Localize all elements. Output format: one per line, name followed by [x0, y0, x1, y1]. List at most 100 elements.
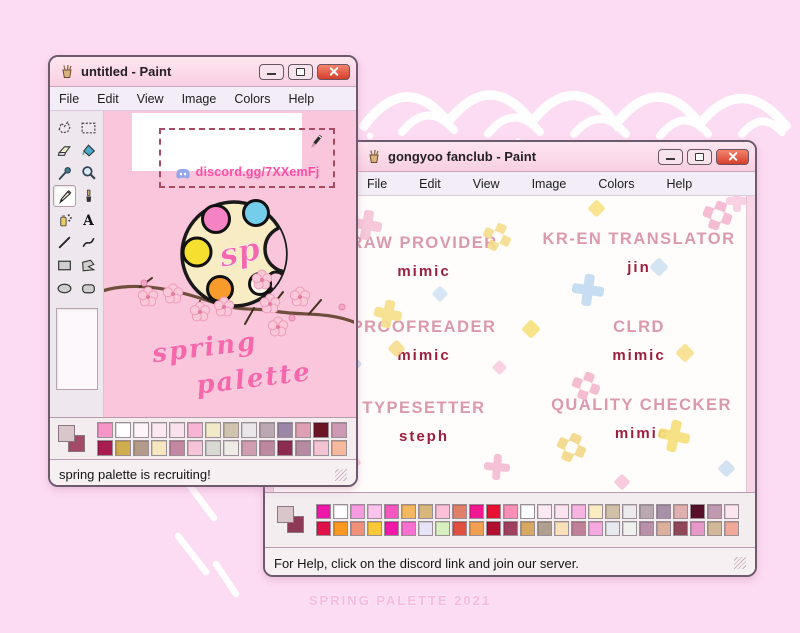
color-swatch[interactable]: [316, 521, 331, 536]
tool-brush-icon[interactable]: [77, 185, 100, 207]
tool-pencil-icon[interactable]: [53, 185, 76, 207]
color-swatch[interactable]: [241, 439, 257, 456]
color-swatch[interactable]: [169, 439, 185, 456]
tool-rectangle-icon[interactable]: [53, 254, 76, 276]
color-swatch[interactable]: [554, 521, 569, 536]
color-swatch[interactable]: [97, 439, 113, 456]
tool-ellipse-icon[interactable]: [53, 277, 76, 299]
color-swatch[interactable]: [622, 504, 637, 519]
color-swatch[interactable]: [205, 421, 221, 438]
color-swatch[interactable]: [259, 439, 275, 456]
paint-canvas[interactable]: discord.gg/7XXemFj sp spring palette: [104, 111, 356, 417]
color-swatch[interactable]: [295, 421, 311, 438]
color-swatch[interactable]: [333, 521, 348, 536]
color-swatch[interactable]: [707, 504, 722, 519]
menu-colors[interactable]: Colors: [582, 177, 650, 191]
color-swatch[interactable]: [418, 504, 433, 519]
color-swatch[interactable]: [435, 504, 450, 519]
color-swatch[interactable]: [187, 421, 203, 438]
color-swatch[interactable]: [367, 504, 382, 519]
color-swatch[interactable]: [333, 504, 348, 519]
color-swatch[interactable]: [115, 439, 131, 456]
maximize-button[interactable]: [288, 63, 313, 80]
close-button[interactable]: [716, 148, 749, 165]
color-swatch[interactable]: [187, 439, 203, 456]
color-swatch[interactable]: [724, 521, 739, 536]
tool-airbrush-icon[interactable]: [53, 208, 76, 230]
color-swatch[interactable]: [469, 521, 484, 536]
color-swatch[interactable]: [656, 504, 671, 519]
color-swatch[interactable]: [690, 521, 705, 536]
color-swatch[interactable]: [384, 504, 399, 519]
color-swatch[interactable]: [401, 504, 416, 519]
color-swatch[interactable]: [469, 504, 484, 519]
color-swatch[interactable]: [639, 521, 654, 536]
color-swatch[interactable]: [571, 504, 586, 519]
menu-view[interactable]: View: [457, 177, 516, 191]
color-swatch[interactable]: [520, 504, 535, 519]
color-swatch[interactable]: [673, 521, 688, 536]
color-swatch[interactable]: [401, 521, 416, 536]
tool-polygon-icon[interactable]: [77, 254, 100, 276]
resize-grip[interactable]: [335, 468, 347, 481]
menu-help[interactable]: Help: [650, 177, 708, 191]
maximize-button[interactable]: [687, 148, 712, 165]
color-swatch[interactable]: [571, 521, 586, 536]
menu-image[interactable]: Image: [516, 177, 583, 191]
color-swatch[interactable]: [313, 439, 329, 456]
color-swatch[interactable]: [259, 421, 275, 438]
color-swatch[interactable]: [205, 439, 221, 456]
color-swatch[interactable]: [605, 521, 620, 536]
color-swatch[interactable]: [350, 504, 365, 519]
color-swatch[interactable]: [724, 504, 739, 519]
color-swatch[interactable]: [115, 421, 131, 438]
menu-edit[interactable]: Edit: [88, 92, 128, 106]
tool-text-icon[interactable]: A: [77, 208, 100, 230]
color-swatch[interactable]: [223, 421, 239, 438]
color-swatch[interactable]: [452, 504, 467, 519]
color-swatch[interactable]: [151, 439, 167, 456]
tool-fill-icon[interactable]: [77, 139, 100, 161]
tool-options-box[interactable]: [55, 308, 98, 390]
color-swatch[interactable]: [554, 504, 569, 519]
color-swatch[interactable]: [241, 421, 257, 438]
tool-select-icon[interactable]: [77, 116, 100, 138]
color-swatch[interactable]: [690, 504, 705, 519]
menu-edit[interactable]: Edit: [403, 177, 457, 191]
color-swatch[interactable]: [622, 521, 637, 536]
menu-file[interactable]: File: [50, 92, 88, 106]
color-swatch[interactable]: [673, 504, 688, 519]
menu-file[interactable]: File: [351, 177, 403, 191]
color-swatch[interactable]: [707, 521, 722, 536]
current-colors-indicator[interactable]: [54, 422, 90, 456]
color-swatch[interactable]: [316, 504, 331, 519]
tool-magnifier-icon[interactable]: [77, 162, 100, 184]
color-swatch[interactable]: [656, 521, 671, 536]
tool-eraser-icon[interactable]: [53, 139, 76, 161]
color-swatch[interactable]: [169, 421, 185, 438]
close-button[interactable]: [317, 63, 350, 80]
color-swatch[interactable]: [313, 421, 329, 438]
color-swatch[interactable]: [486, 504, 501, 519]
title-bar[interactable]: untitled - Paint: [50, 57, 356, 87]
menu-colors[interactable]: Colors: [225, 92, 279, 106]
color-swatch[interactable]: [133, 421, 149, 438]
color-swatch[interactable]: [151, 421, 167, 438]
minimize-button[interactable]: [658, 148, 683, 165]
tool-pick-color-icon[interactable]: [53, 162, 76, 184]
minimize-button[interactable]: [259, 63, 284, 80]
tool-rounded-rectangle-icon[interactable]: [77, 277, 100, 299]
current-colors-indicator[interactable]: [273, 503, 309, 537]
tool-curve-icon[interactable]: [77, 231, 100, 253]
color-swatch[interactable]: [223, 439, 239, 456]
color-swatch[interactable]: [277, 421, 293, 438]
color-swatch[interactable]: [486, 521, 501, 536]
color-swatch[interactable]: [331, 439, 347, 456]
tool-line-icon[interactable]: [53, 231, 76, 253]
color-swatch[interactable]: [503, 521, 518, 536]
menu-image[interactable]: Image: [173, 92, 226, 106]
resize-grip[interactable]: [734, 557, 746, 569]
color-swatch[interactable]: [588, 504, 603, 519]
menu-view[interactable]: View: [128, 92, 173, 106]
color-swatch[interactable]: [503, 504, 518, 519]
